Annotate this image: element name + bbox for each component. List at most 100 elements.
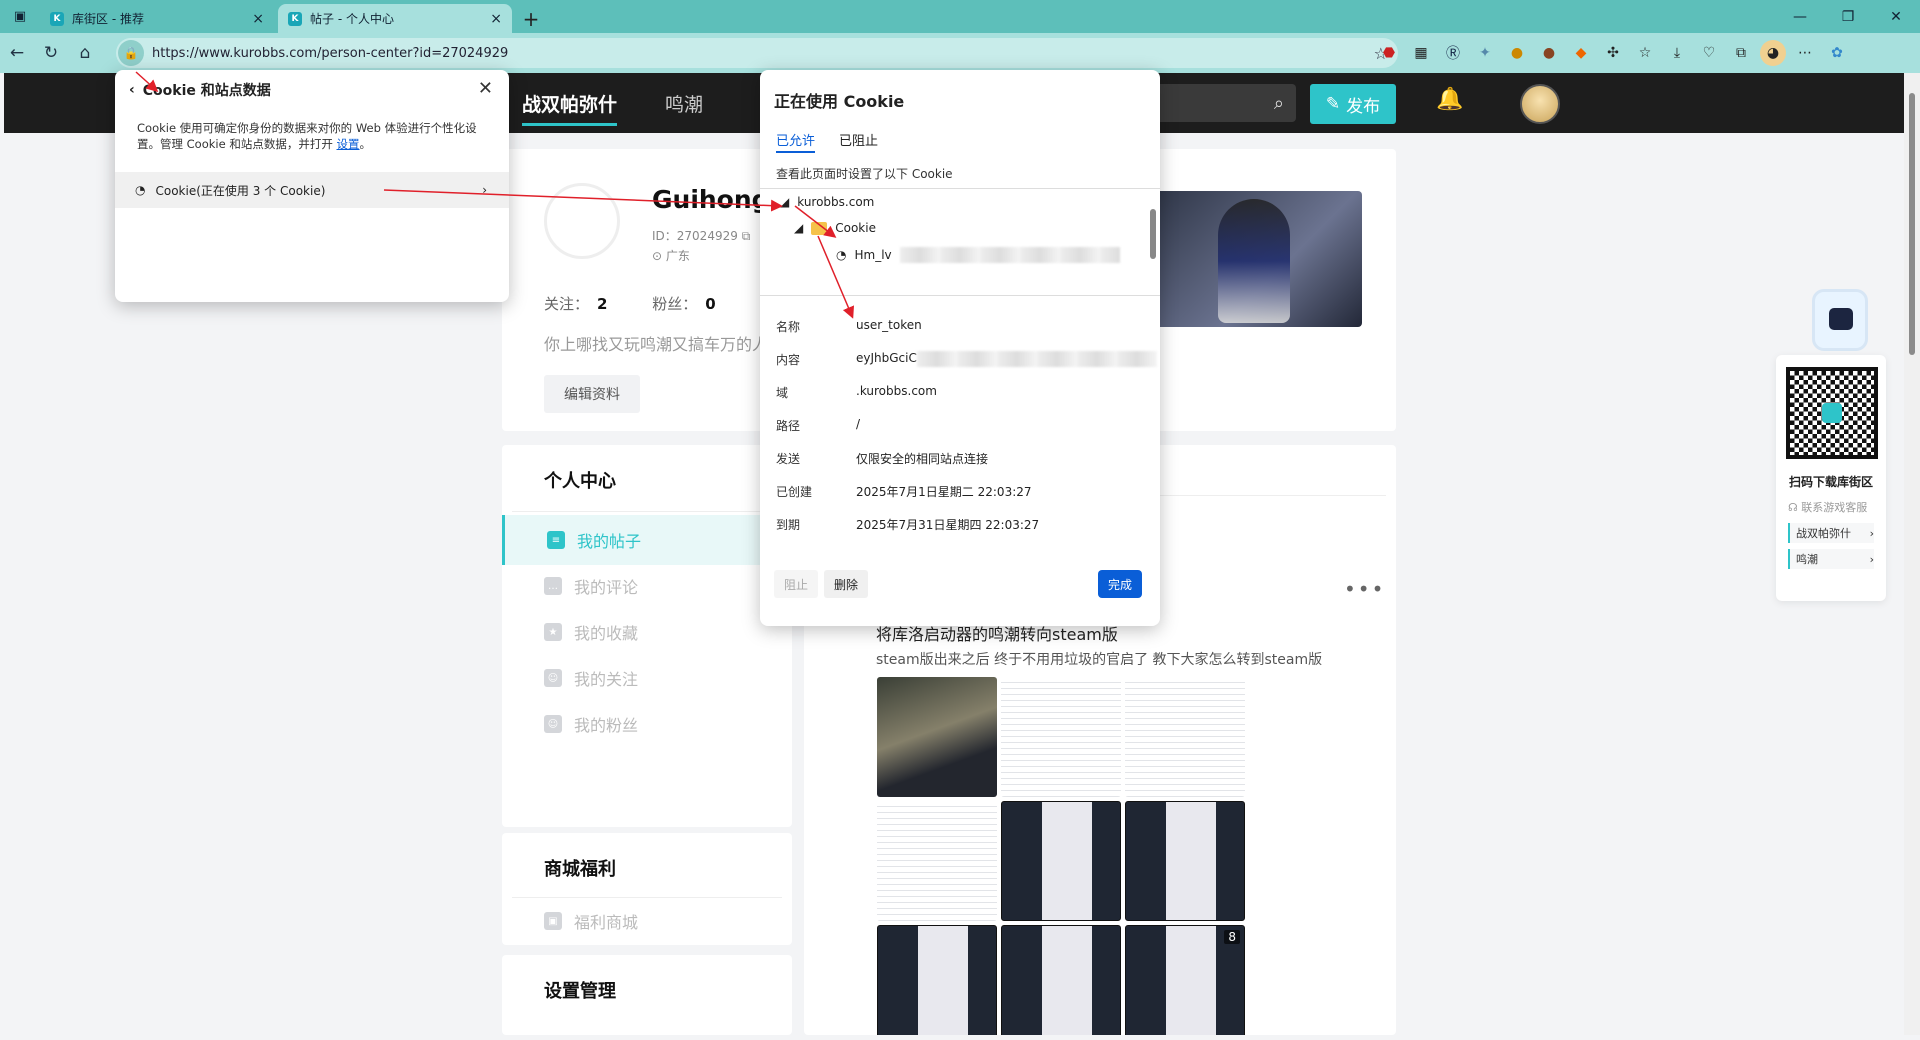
sidebar-item-my-posts[interactable]: ≡ 我的帖子 (502, 515, 792, 565)
extension-cookie-icon[interactable]: ● (1504, 40, 1530, 66)
float-link-ww[interactable]: 鸣潮 › (1788, 549, 1874, 569)
comment-icon: … (544, 577, 562, 595)
cookies-in-use-row[interactable]: ◔ Cookie(正在使用 3 个 Cookie) › (115, 172, 509, 208)
block-button[interactable]: 阻止 (774, 570, 819, 598)
sidebar-item-my-following[interactable]: ☺ 我的关注 (502, 653, 792, 703)
tab-actions-icon[interactable]: ▣ (0, 0, 40, 33)
mascot-robot-image (1812, 289, 1868, 351)
page-scrollbar[interactable] (1904, 73, 1920, 1035)
close-icon[interactable]: ✕ (478, 78, 493, 99)
qr-code-image (1786, 367, 1878, 459)
detail-key: 到期 (776, 518, 801, 532)
profile-avatar (544, 183, 620, 259)
extension-fox-icon[interactable]: ◆ (1568, 40, 1594, 66)
refresh-icon[interactable]: ↻ (34, 36, 68, 70)
post-image[interactable] (1125, 677, 1245, 797)
tab-blocked[interactable]: 已阻止 (839, 130, 878, 153)
nav-pgr[interactable]: 战双帕弥什 (522, 90, 618, 126)
settings-link[interactable]: 设置 (337, 137, 360, 151)
more-menu-icon[interactable]: ⋯ (1792, 40, 1818, 66)
profile-avatar-icon[interactable]: ◕ (1760, 40, 1786, 66)
sidebar-item-welfare-mall[interactable]: ▣ 福利商城 (502, 901, 792, 941)
post-image[interactable] (877, 677, 997, 797)
extension-cookie2-icon[interactable]: ● (1536, 40, 1562, 66)
profile-location: ⊙ 广东 (652, 247, 690, 264)
dialog-actions: 阻止 删除 (774, 570, 869, 598)
folder-label: Cookie (835, 221, 876, 235)
popup-title: Cookie 和站点数据 (142, 83, 271, 99)
publish-button[interactable]: ✎ 发布 (1310, 84, 1396, 124)
detail-row: 发送 仅限安全的相同站点连接 (776, 450, 988, 467)
close-window-icon[interactable]: ✕ (1872, 0, 1920, 33)
extension-red-icon[interactable]: ⬣ (1376, 40, 1402, 66)
float-link-pgr[interactable]: 战双帕弥什 › (1788, 523, 1874, 543)
tab-kujiequ[interactable]: K 库街区 - 推荐 × (40, 4, 274, 33)
sidebar-item-my-favorites[interactable]: ★ 我的收藏 (502, 607, 792, 657)
customer-service-link[interactable]: ☊ 联系游戏客服 (1788, 499, 1867, 515)
extension-r-icon[interactable]: Ⓡ (1440, 40, 1466, 66)
blurred-value (899, 247, 1120, 263)
location-text: 广东 (665, 249, 690, 263)
copilot-icon[interactable]: ✿ (1824, 40, 1850, 66)
site-info-lock-icon[interactable]: 🔒 (118, 40, 144, 66)
user-avatar[interactable] (1520, 84, 1560, 124)
new-tab-button[interactable]: + (516, 4, 546, 33)
post-image[interactable] (1001, 801, 1121, 921)
tab-close-icon[interactable]: × (252, 11, 264, 27)
scrollbar-thumb[interactable] (1909, 93, 1915, 355)
url-text[interactable]: https://www.kurobbs.com/person-center?id… (152, 46, 508, 61)
tab-close-icon[interactable]: × (490, 11, 502, 27)
extension-puzzle-color-icon[interactable]: ✦ (1472, 40, 1498, 66)
address-bar[interactable]: 🔒 https://www.kurobbs.com/person-center?… (116, 38, 1398, 68)
edit-profile-button[interactable]: 编辑资料 (544, 375, 640, 413)
search-icon[interactable]: ⌕ (1154, 84, 1296, 122)
tab-allowed[interactable]: 已允许 (776, 130, 816, 153)
post-image[interactable] (1125, 801, 1245, 921)
detail-row: 内容 eyJhbGciC (776, 351, 1157, 368)
back-chevron-icon[interactable]: ‹ (129, 82, 135, 98)
nav-wuthering-waves[interactable]: 鸣潮 (665, 90, 703, 117)
domain-label: kurobbs.com (797, 195, 875, 209)
popup-header: ‹ Cookie 和站点数据 (129, 80, 271, 100)
collapse-triangle-icon[interactable]: ◢ (780, 195, 789, 209)
detail-key: 已创建 (776, 485, 813, 499)
home-icon[interactable]: ⌂ (68, 36, 102, 70)
fans-count[interactable]: 0 (705, 295, 715, 313)
extension-game-icon[interactable]: ▦ (1408, 40, 1434, 66)
post-image[interactable] (1001, 925, 1121, 1035)
site-favicon-icon: K (288, 11, 302, 26)
cookie-note: 查看此页面时设置了以下 Cookie (776, 167, 953, 181)
collapse-triangle-icon[interactable]: ◢ (794, 221, 803, 235)
back-icon[interactable]: ← (0, 36, 34, 70)
favorites-icon[interactable]: ☆ (1632, 40, 1658, 66)
post-image[interactable] (877, 925, 997, 1035)
performance-icon[interactable]: ♡ (1696, 40, 1722, 66)
restore-icon[interactable]: ❐ (1824, 0, 1872, 33)
extensions-icon[interactable]: ✣ (1600, 40, 1626, 66)
done-button[interactable]: 完成 (1098, 570, 1143, 598)
tree-domain-node[interactable]: ◢ kurobbs.com (780, 195, 874, 209)
cookie-tree[interactable]: ◢ kurobbs.com ◢ Cookie ◔ Hm_lv (760, 188, 1160, 296)
post-image[interactable] (1001, 677, 1121, 797)
post-image[interactable]: 8 (1125, 925, 1245, 1035)
tree-folder-node[interactable]: ◢ Cookie (794, 221, 876, 235)
notification-bell-icon[interactable]: 🔔 (1436, 87, 1463, 112)
delete-button[interactable]: 删除 (824, 570, 869, 598)
personal-center-title: 个人中心 (544, 471, 616, 492)
post-more-icon[interactable]: ••• (1344, 577, 1385, 601)
collections-icon[interactable]: ⧉ (1728, 40, 1754, 66)
post-image[interactable] (877, 801, 997, 921)
following-count[interactable]: 2 (597, 295, 607, 313)
sidebar-item-my-fans[interactable]: ☺ 我的粉丝 (502, 699, 792, 749)
tree-scrollbar[interactable] (1150, 209, 1156, 259)
tab-person-center[interactable]: K 帖子 - 个人中心 × (278, 4, 512, 33)
cookies-in-use-dialog: 正在使用 Cookie 已允许 已阻止 查看此页面时设置了以下 Cookie ◢… (760, 70, 1160, 626)
user-fans-icon: ☺ (544, 715, 562, 733)
detail-value: 仅限安全的相同站点连接 (856, 452, 989, 466)
cookie-tabs: 已允许 已阻止 (776, 130, 878, 153)
tree-cookie-item[interactable]: ◔ Hm_lv (836, 247, 1120, 263)
sidebar-item-my-comments[interactable]: … 我的评论 (502, 561, 792, 611)
downloads-icon[interactable]: ⤓ (1664, 40, 1690, 66)
minimize-icon[interactable]: — (1776, 0, 1824, 33)
copy-icon[interactable]: ⧉ (742, 229, 751, 243)
